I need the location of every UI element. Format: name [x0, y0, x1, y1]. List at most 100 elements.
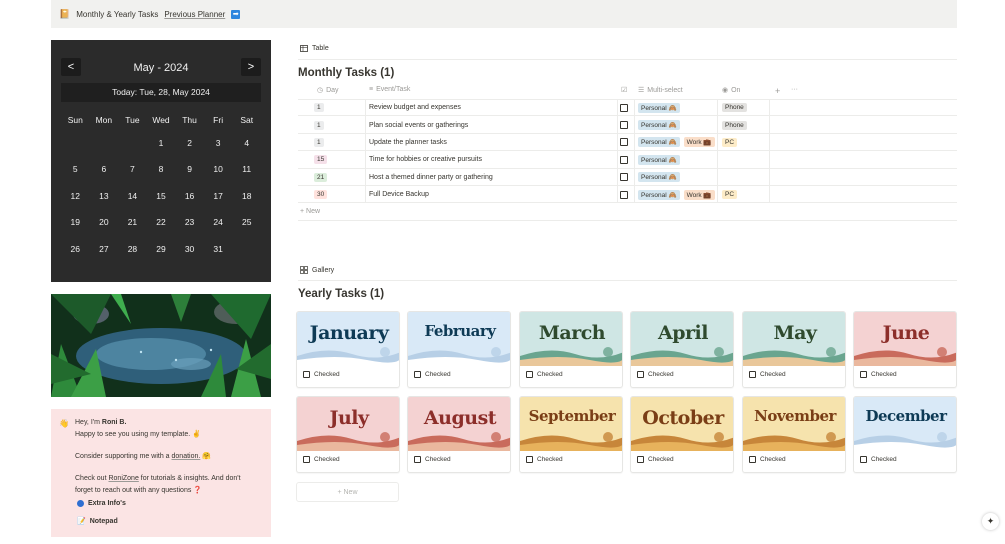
column-on[interactable]: ◉ On: [722, 86, 740, 95]
calendar-day[interactable]: 26: [61, 236, 90, 262]
on-cell[interactable]: Phone: [722, 99, 751, 116]
month-card[interactable]: October Checked: [630, 396, 734, 473]
table-row[interactable]: 30 Full Device Backup Personal 🙈 Work 💼 PC: [298, 186, 957, 204]
calendar-day[interactable]: 16: [175, 183, 204, 209]
extra-info-link[interactable]: Extra Info's: [77, 500, 126, 507]
column-day[interactable]: ◷ Day: [317, 86, 339, 95]
calendar-day[interactable]: 23: [175, 209, 204, 235]
task-cell[interactable]: Host a themed dinner party or gathering: [369, 169, 493, 186]
task-cell[interactable]: Time for hobbies or creative pursuits: [369, 151, 482, 168]
checked-checkbox[interactable]: [526, 371, 533, 378]
task-cell[interactable]: Full Device Backup: [369, 186, 429, 203]
column-checkbox[interactable]: ☑: [621, 86, 627, 94]
table-row[interactable]: 1 Update the planner tasks Personal 🙈 Work …: [298, 134, 957, 152]
task-checkbox[interactable]: [620, 155, 628, 164]
calendar-day[interactable]: 22: [147, 209, 176, 235]
new-row-button[interactable]: + New: [300, 208, 320, 215]
multiselect-cell[interactable]: Personal 🙈 Work 💼: [638, 134, 719, 151]
month-card[interactable]: February Checked: [407, 311, 511, 388]
table-row[interactable]: 21 Host a themed dinner party or gatherin…: [298, 169, 957, 186]
task-checkbox[interactable]: [620, 103, 628, 112]
task-cell[interactable]: Review budget and expenses: [369, 99, 461, 116]
task-checkbox[interactable]: [620, 138, 628, 147]
table-row[interactable]: 1 Review budget and expenses Personal 🙈 Pho…: [298, 99, 957, 117]
calendar-day[interactable]: 24: [204, 209, 233, 235]
ai-assistant-button[interactable]: ✦: [982, 513, 999, 530]
on-cell[interactable]: PC: [722, 134, 741, 151]
calendar-day[interactable]: 14: [118, 183, 147, 209]
task-cell[interactable]: Update the planner tasks: [369, 134, 447, 151]
calendar-day[interactable]: 15: [147, 183, 176, 209]
checked-checkbox[interactable]: [749, 371, 756, 378]
month-card[interactable]: November Checked: [742, 396, 846, 473]
calendar-day[interactable]: 9: [175, 156, 204, 182]
table-view-tab[interactable]: Table: [300, 45, 329, 52]
calendar-day[interactable]: 27: [90, 236, 119, 262]
calendar-day[interactable]: 28: [118, 236, 147, 262]
calendar-day[interactable]: 20: [90, 209, 119, 235]
calendar-day[interactable]: 29: [147, 236, 176, 262]
calendar-day[interactable]: 1: [147, 130, 176, 156]
calendar-day[interactable]: 11: [232, 156, 261, 182]
month-card[interactable]: August Checked: [407, 396, 511, 473]
month-card[interactable]: March Checked: [519, 311, 623, 388]
month-card[interactable]: April Checked: [630, 311, 734, 388]
on-cell[interactable]: PC: [722, 186, 741, 203]
multiselect-cell[interactable]: Personal 🙈: [638, 116, 684, 133]
task-checkbox[interactable]: [620, 173, 628, 182]
task-checkbox[interactable]: [620, 121, 628, 130]
calendar-day[interactable]: 2: [175, 130, 204, 156]
checked-checkbox[interactable]: [526, 456, 533, 463]
checked-checkbox[interactable]: [860, 371, 867, 378]
calendar-day[interactable]: 25: [232, 209, 261, 235]
next-month-button[interactable]: >: [241, 58, 261, 76]
task-cell[interactable]: Plan social events or gatherings: [369, 116, 468, 133]
checked-checkbox[interactable]: [303, 456, 310, 463]
calendar-day[interactable]: 6: [90, 156, 119, 182]
table-row[interactable]: 15 Time for hobbies or creative pursuits P…: [298, 151, 957, 169]
gallery-view-tab[interactable]: Gallery: [300, 266, 334, 274]
task-checkbox[interactable]: [620, 190, 628, 199]
arrow-right-icon[interactable]: ➡: [231, 9, 241, 19]
checked-checkbox[interactable]: [414, 456, 421, 463]
multiselect-cell[interactable]: Personal 🙈 Work 💼: [638, 186, 719, 203]
multiselect-cell[interactable]: Personal 🙈: [638, 169, 684, 186]
column-event[interactable]: ≡ Event/Task: [369, 86, 410, 93]
calendar-day[interactable]: 8: [147, 156, 176, 182]
calendar-day[interactable]: 7: [118, 156, 147, 182]
month-card[interactable]: June Checked: [853, 311, 957, 388]
multiselect-cell[interactable]: Personal 🙈: [638, 151, 684, 168]
checked-checkbox[interactable]: [637, 371, 644, 378]
checked-checkbox[interactable]: [749, 456, 756, 463]
donation-link[interactable]: donation.: [172, 453, 201, 460]
multiselect-cell[interactable]: Personal 🙈: [638, 99, 684, 116]
calendar-day[interactable]: 12: [61, 183, 90, 209]
calendar-day[interactable]: 18: [232, 183, 261, 209]
month-card[interactable]: January Checked: [296, 311, 400, 388]
checked-checkbox[interactable]: [303, 371, 310, 378]
checked-checkbox[interactable]: [860, 456, 867, 463]
month-card[interactable]: December Checked: [853, 396, 957, 473]
checked-checkbox[interactable]: [414, 371, 421, 378]
calendar-day[interactable]: 31: [204, 236, 233, 262]
month-card[interactable]: May Checked: [742, 311, 846, 388]
month-card[interactable]: July Checked: [296, 396, 400, 473]
notepad-link[interactable]: 📝 Notepad: [77, 517, 118, 526]
calendar-day[interactable]: 5: [61, 156, 90, 182]
previous-planner-link[interactable]: Previous Planner: [164, 10, 225, 19]
checked-checkbox[interactable]: [637, 456, 644, 463]
month-card[interactable]: September Checked: [519, 396, 623, 473]
table-row[interactable]: 1 Plan social events or gatherings Persona…: [298, 116, 957, 134]
on-cell[interactable]: Phone: [722, 116, 751, 133]
add-column-button[interactable]: +: [775, 86, 780, 96]
more-options-button[interactable]: ···: [791, 86, 798, 93]
calendar-day[interactable]: 3: [204, 130, 233, 156]
calendar-day[interactable]: 10: [204, 156, 233, 182]
calendar-day[interactable]: 13: [90, 183, 119, 209]
new-card-button[interactable]: + New: [296, 482, 399, 502]
calendar-day[interactable]: 17: [204, 183, 233, 209]
calendar-day[interactable]: 19: [61, 209, 90, 235]
calendar-day[interactable]: 21: [118, 209, 147, 235]
column-multiselect[interactable]: ☰ Multi-select: [638, 86, 683, 95]
calendar-day[interactable]: 30: [175, 236, 204, 262]
